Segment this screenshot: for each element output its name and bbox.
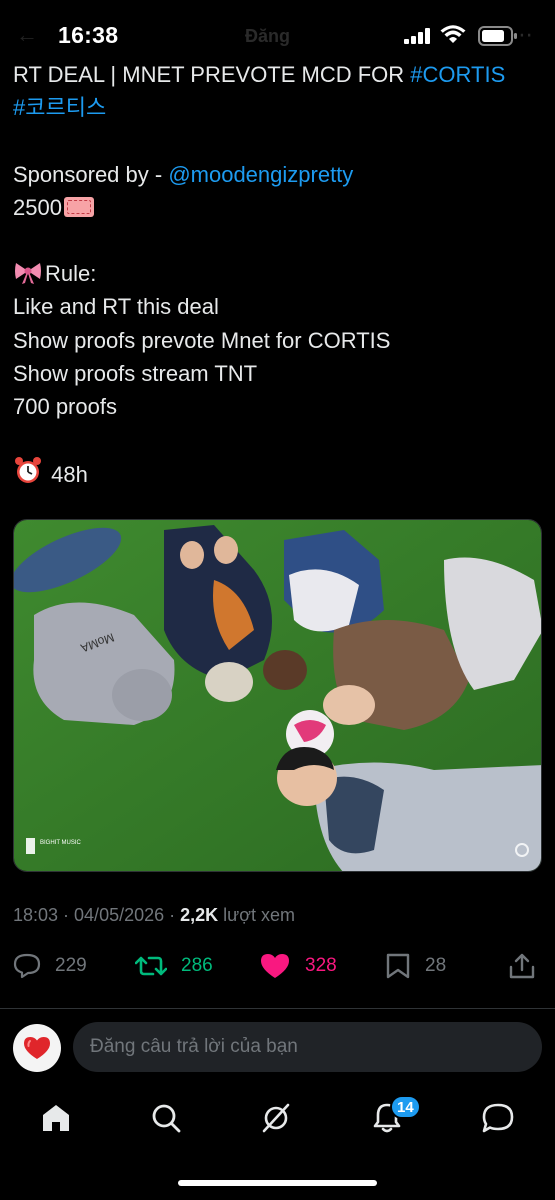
tweet-meta: 18:03 · 04/05/2026 · 2,2K lượt xem	[13, 905, 295, 926]
divider	[0, 1008, 555, 1009]
views-count: 2,2K	[180, 905, 219, 925]
tweet-action-bar: 229 286 328 28	[0, 946, 555, 986]
notification-badge: 14	[390, 1095, 421, 1119]
rule-item: Show proofs stream TNT	[13, 360, 258, 386]
retweet-icon	[135, 956, 167, 976]
nav-search[interactable]	[148, 1100, 184, 1136]
bookmark-button[interactable]: 28	[385, 946, 446, 986]
reply-icon	[13, 953, 41, 979]
back-arrow-icon[interactable]: ←	[16, 22, 42, 48]
bottom-navigation	[0, 1090, 555, 1146]
status-time: 16:38	[58, 22, 119, 48]
status-bar: ← 16:38 Đăng ⋯	[0, 0, 555, 62]
header-title: Đăng	[245, 26, 290, 46]
rule-item: Like and RT this deal	[13, 294, 219, 320]
image-watermark: BIGHIT MUSIC	[40, 840, 82, 846]
sponsor-mention-link[interactable]: @moodengizpretty	[168, 162, 353, 187]
nav-grok[interactable]	[258, 1100, 294, 1136]
reply-input[interactable]	[73, 1022, 542, 1072]
alarm-clock-icon	[15, 457, 41, 484]
avatar[interactable]	[13, 1024, 61, 1072]
home-icon	[43, 1105, 69, 1131]
retweet-button[interactable]: 286	[135, 946, 213, 986]
share-icon	[509, 953, 535, 979]
home-indicator[interactable]	[178, 1180, 377, 1186]
tweet-title: RT DEAL | MNET PREVOTE MCD FOR	[13, 62, 411, 87]
wifi-icon	[440, 25, 466, 43]
nav-messages[interactable]	[480, 1100, 516, 1136]
bookmark-count: 28	[425, 955, 447, 976]
tweet-timestamp[interactable]: 18:03 · 04/05/2026 ·	[13, 905, 180, 925]
like-count: 328	[305, 955, 337, 976]
tweet-title-line: RT DEAL | MNET PREVOTE MCD FOR #CORTIS	[13, 58, 543, 91]
message-icon	[482, 1103, 514, 1133]
sponsor-prefix: Sponsored by -	[13, 161, 169, 187]
retweet-count: 286	[181, 955, 213, 976]
cellular-signal-icon	[404, 28, 430, 44]
reply-count: 229	[55, 955, 87, 976]
grok-icon	[262, 1103, 290, 1133]
tweet-photo[interactable]: MoMA BIGHIT MUSIC	[13, 519, 542, 872]
reply-button[interactable]: 229	[13, 946, 87, 986]
heart-icon	[261, 954, 289, 978]
ticket-icon	[63, 196, 94, 217]
views-label: lượt xem	[218, 905, 296, 925]
tweet-text: RT DEAL | MNET PREVOTE MCD FOR #CORTIS #…	[13, 58, 543, 489]
hashtag-cortis[interactable]: #CORTIS	[410, 62, 505, 87]
group-photo-illustration: MoMA BIGHIT MUSIC	[14, 520, 541, 871]
search-icon	[152, 1104, 181, 1133]
share-button[interactable]	[508, 946, 550, 986]
heart-avatar-icon	[24, 1037, 50, 1059]
rule-item: 700 proofs	[13, 393, 117, 419]
deal-amount: 2500	[13, 194, 62, 220]
battery-icon	[478, 26, 517, 46]
bookmark-icon	[386, 953, 410, 979]
ribbon-icon	[15, 263, 41, 285]
like-button[interactable]: 328	[259, 946, 337, 986]
rule-item: Show proofs prevote Mnet for CORTIS	[13, 327, 391, 353]
rule-heading: Rule:	[45, 261, 97, 287]
hashtag-korean[interactable]: #코르티스	[13, 95, 106, 120]
deal-duration: 48h	[51, 462, 88, 488]
nav-home[interactable]	[38, 1100, 74, 1136]
